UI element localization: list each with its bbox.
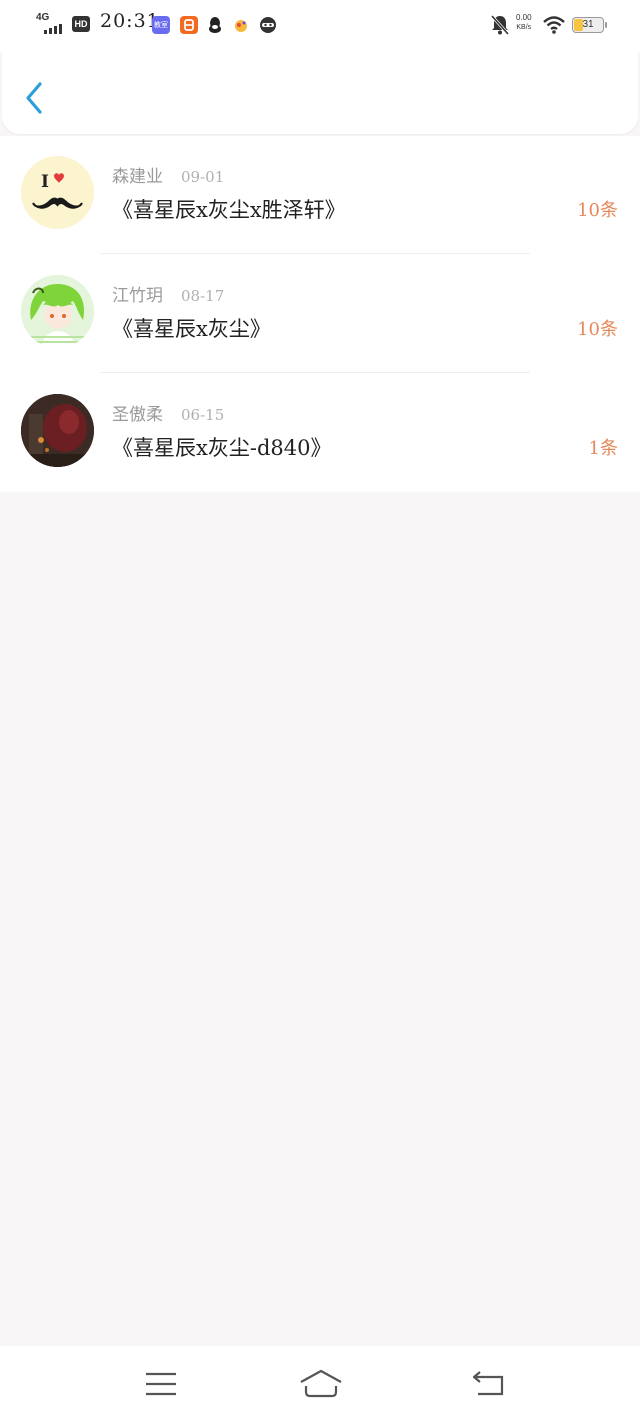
list-item[interactable]: 江竹玥 08-17 《喜星辰x灰尘》 10条 xyxy=(0,255,640,373)
item-date: 06-15 xyxy=(181,406,225,424)
chevron-left-icon xyxy=(26,82,42,114)
wifi-icon xyxy=(542,15,566,39)
system-nav-bar xyxy=(0,1346,640,1422)
app4-icon xyxy=(232,16,250,34)
chat-list: I 森建业 09-01 《喜星辰x灰尘x胜泽轩》 10条 江竹玥 08-17 《… xyxy=(0,136,640,492)
dark-photo-avatar xyxy=(21,394,94,467)
divider xyxy=(100,253,530,254)
item-date: 08-17 xyxy=(181,287,225,305)
item-title: 《喜星辰x灰尘》 xyxy=(112,317,271,341)
item-title: 《喜星辰x灰尘-d840》 xyxy=(112,436,332,460)
qq-icon xyxy=(206,16,224,34)
signal-bars-icon xyxy=(44,24,62,34)
item-meta: 圣傲柔 06-15 xyxy=(112,400,224,425)
anime-green-hair-avatar xyxy=(21,275,94,348)
menu-icon xyxy=(146,1372,176,1396)
bell-muted-icon xyxy=(490,14,510,40)
net-speed-value: 0.00 xyxy=(516,13,532,22)
hd-badge: HD xyxy=(72,16,90,32)
user-name: 江竹玥 xyxy=(112,286,163,306)
item-count: 10条 xyxy=(577,319,618,340)
avatar[interactable] xyxy=(21,275,94,348)
svg-text:I: I xyxy=(41,172,49,192)
app1-icon: 教室 xyxy=(152,16,170,34)
app2-icon xyxy=(180,16,198,34)
home-button[interactable] xyxy=(298,1368,344,1400)
battery-level: 31 xyxy=(582,19,594,30)
net-speed: 0.00 KB/s xyxy=(516,13,532,33)
signal-indicator: 4G xyxy=(36,12,68,36)
status-time: 20:31 xyxy=(100,10,160,32)
item-date: 09-01 xyxy=(181,168,225,186)
status-bar: 4G HD 20:31 教室 0.00 KB/s 31 xyxy=(0,0,640,52)
item-count: 10条 xyxy=(577,200,618,221)
mustache-heart-avatar: I xyxy=(32,172,83,209)
top-header xyxy=(2,52,638,134)
avatar[interactable]: I xyxy=(21,156,94,229)
list-item[interactable]: 圣傲柔 06-15 《喜星辰x灰尘-d840》 1条 xyxy=(0,374,640,492)
user-name: 圣傲柔 xyxy=(112,405,163,425)
return-button[interactable] xyxy=(470,1368,510,1400)
list-item[interactable]: I 森建业 09-01 《喜星辰x灰尘x胜泽轩》 10条 xyxy=(0,136,640,254)
back-button[interactable] xyxy=(20,80,50,116)
item-count: 1条 xyxy=(588,438,618,459)
divider xyxy=(100,372,530,373)
user-name: 森建业 xyxy=(112,167,163,187)
battery-indicator: 31 xyxy=(572,17,607,33)
network-type: 4G xyxy=(36,12,50,23)
menu-button[interactable] xyxy=(142,1368,182,1400)
home-icon xyxy=(300,1369,342,1398)
net-speed-unit: KB/s xyxy=(516,24,532,31)
item-meta: 森建业 09-01 xyxy=(112,162,224,187)
return-icon xyxy=(472,1371,504,1396)
app5-icon xyxy=(259,16,277,34)
item-title: 《喜星辰x灰尘x胜泽轩》 xyxy=(112,198,346,222)
item-meta: 江竹玥 08-17 xyxy=(112,281,224,306)
avatar[interactable] xyxy=(21,394,94,467)
